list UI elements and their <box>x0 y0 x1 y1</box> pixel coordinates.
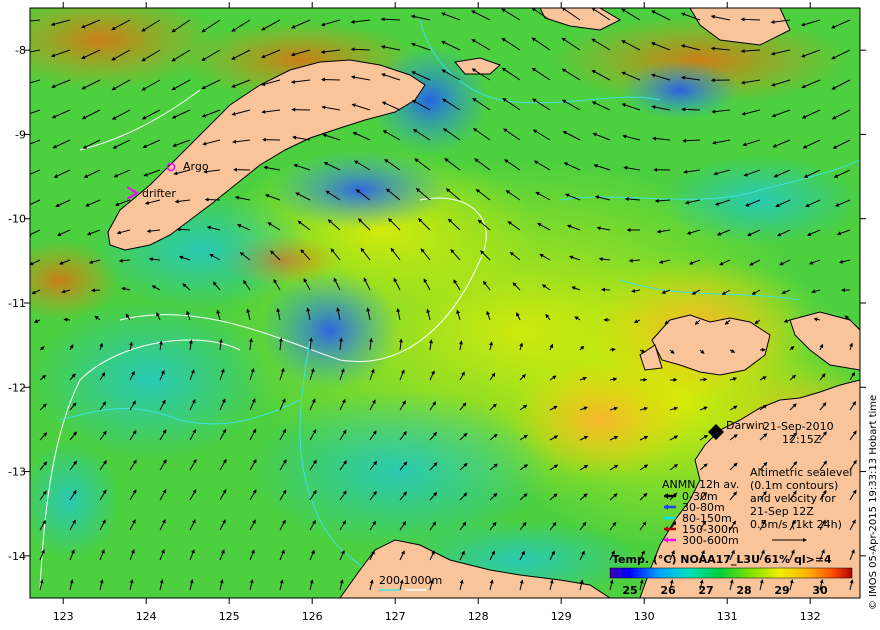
velocity-arrow <box>91 288 101 293</box>
velocity-arrow <box>681 107 701 112</box>
argo-label: Argo <box>183 160 209 173</box>
velocity-arrow <box>740 17 761 22</box>
city-label-darwin: Darwin <box>726 419 765 432</box>
anmn-depth-label: 300-600m <box>682 534 739 547</box>
map-date: 21-Sep-2010 <box>763 420 834 433</box>
velocity-arrow <box>176 227 191 232</box>
velocity-arrow <box>204 197 221 202</box>
lon-tick-label: 128 <box>468 610 489 623</box>
lat-tick-label: -8 <box>15 44 26 57</box>
colorbar-tick-label: 30 <box>812 584 828 597</box>
velocity-arrow <box>601 287 611 292</box>
colorbar-tick-label: 29 <box>774 584 789 597</box>
lat-tick-label: -11 <box>8 297 26 310</box>
velocity-arrow <box>63 317 71 322</box>
lon-tick-label: 124 <box>136 610 157 623</box>
velocity-arrow <box>699 377 708 382</box>
sealevel-line-5: 0.5m/s (1kt 24h) <box>750 518 842 531</box>
velocity-arrow <box>350 47 371 52</box>
map-time: 12:15Z <box>782 433 822 446</box>
lat-tick-label: -12 <box>8 381 26 394</box>
colorbar-tick-label: 28 <box>736 584 751 597</box>
colorbar-tick-label: 27 <box>698 584 713 597</box>
lat-tick-label: -14 <box>8 550 26 563</box>
bathymetry-label: 200 1000m <box>379 574 442 587</box>
lon-tick-label: 125 <box>219 610 240 623</box>
lat-tick-label: -13 <box>8 466 26 479</box>
sealevel-line-4: 21-Sep 12Z <box>750 505 814 518</box>
colorbar-tick-label: 25 <box>622 584 637 597</box>
velocity-arrow <box>609 347 616 352</box>
lon-tick-label: 127 <box>385 610 406 623</box>
credit-text: © IMOS 05-Apr-2015 19:33:13 Hobart time <box>868 395 879 610</box>
lon-tick-label: 129 <box>551 610 572 623</box>
lat-tick-label: -9 <box>15 128 26 141</box>
lon-tick-label: 130 <box>634 610 655 623</box>
colorbar-tick-label: 26 <box>660 584 676 597</box>
lon-tick-label: 131 <box>717 610 738 623</box>
sealevel-line-1: Altimetric sealevel <box>750 466 852 479</box>
lat-tick-label: -10 <box>8 213 26 226</box>
colorbar-title: Temp. (°C) NOAA17_L3U 61% ql>=4 <box>612 553 832 566</box>
lon-tick-label: 126 <box>302 610 323 623</box>
drifter-label: drifter <box>142 187 176 200</box>
sst-map-figure: 123 124 125 126 127 128 129 130 131 132 -8 -9 -10 -1… <box>8 2 879 623</box>
velocity-arrow <box>320 77 341 82</box>
colorbar-gradient <box>609 567 853 579</box>
sealevel-line-3: and velocity for <box>750 492 836 505</box>
lon-tick-label: 123 <box>53 610 74 623</box>
sealevel-line-2: (0.1m contours) <box>750 479 838 492</box>
lon-tick-label: 132 <box>800 610 821 623</box>
